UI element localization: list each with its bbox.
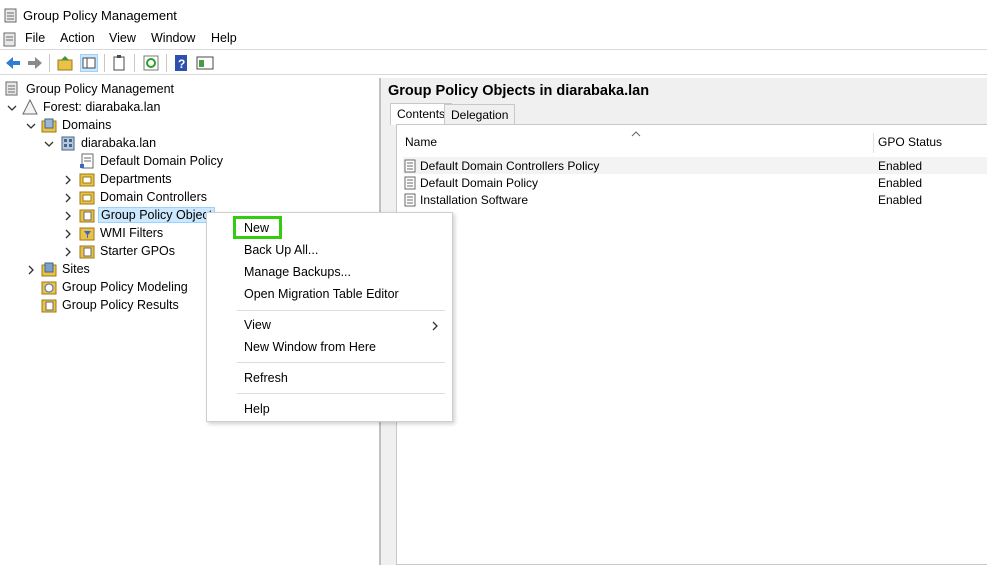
tree-label: Default Domain Policy [100, 154, 223, 168]
column-header-gpo-status[interactable]: GPO Status [878, 135, 942, 149]
gpo-container-icon [79, 209, 95, 223]
tree-node-group-policy-objects[interactable]: Group Policy Object [79, 206, 216, 224]
tree-label: Sites [62, 262, 90, 276]
tree-node-gp-results[interactable]: Group Policy Results [41, 296, 181, 314]
chevron-right-icon[interactable] [63, 193, 73, 203]
tab-contents[interactable]: Contents [390, 103, 453, 125]
gpo-link-icon [80, 153, 94, 169]
chevron-right-icon[interactable] [63, 229, 73, 239]
forest-icon [22, 99, 38, 115]
window-title: Group Policy Management [23, 8, 177, 23]
tree-label: WMI Filters [100, 226, 164, 240]
tree-node-wmi-filters[interactable]: WMI Filters [79, 224, 165, 242]
tree-label: Group Policy Object [98, 207, 216, 223]
system-menu-icon[interactable] [3, 31, 18, 50]
tree-node-domains[interactable]: Domains [41, 116, 113, 134]
tree-node-domain[interactable]: diarabaka.lan [60, 134, 158, 152]
tree-label: Forest: diarabaka.lan [43, 100, 161, 114]
title-bar: Group Policy Management [0, 0, 987, 30]
help-icon[interactable]: ? [172, 54, 190, 72]
menu-bar: File Action View Window Help [0, 29, 987, 49]
gpo-icon [404, 193, 416, 206]
table-row[interactable]: Default Domain Controllers Policy Enable… [403, 157, 987, 174]
chevron-down-icon[interactable] [44, 139, 54, 149]
tree-node-forest[interactable]: Forest: diarabaka.lan [22, 98, 162, 116]
results-pane-title: Group Policy Objects in diarabaka.lan [388, 83, 650, 99]
ou-folder-icon [79, 191, 95, 205]
menu-item-view[interactable]: View [244, 318, 271, 332]
new-item-highlight-box [233, 216, 282, 239]
menu-window[interactable]: Window [151, 31, 195, 45]
chevron-down-icon[interactable] [26, 121, 36, 131]
tree-node-gp-modeling[interactable]: Group Policy Modeling [41, 278, 190, 296]
back-arrow-icon[interactable] [4, 54, 22, 72]
menu-item-new-window-from-here[interactable]: New Window from Here [244, 340, 376, 354]
tree-node-domain-controllers[interactable]: Domain Controllers [79, 188, 209, 206]
menu-item-manage-backups[interactable]: Manage Backups... [244, 265, 351, 279]
tree-node-default-domain-policy[interactable]: Default Domain Policy [79, 152, 225, 170]
up-folder-icon[interactable] [56, 54, 74, 72]
tree-label: Starter GPOs [100, 244, 176, 258]
tree-label: Domains [62, 118, 112, 132]
gp-results-icon [41, 299, 57, 313]
wmi-filter-icon [79, 227, 95, 241]
gpo-icon [404, 176, 416, 189]
chevron-right-icon[interactable] [63, 211, 73, 221]
tree-node-departments[interactable]: Departments [79, 170, 174, 188]
tab-delegation[interactable]: Delegation [444, 104, 516, 124]
forward-arrow-icon[interactable] [26, 54, 44, 72]
tree-node-root[interactable]: Group Policy Management [5, 80, 176, 98]
app-icon [4, 7, 19, 26]
tree-label: Domain Controllers [100, 190, 207, 204]
tree-label: Group Policy Results [62, 298, 179, 312]
sort-ascending-icon [631, 131, 641, 137]
gpm-root-icon [5, 81, 18, 96]
tree-label: Group Policy Modeling [62, 280, 188, 294]
gp-modeling-icon [41, 281, 57, 295]
menu-item-refresh[interactable]: Refresh [244, 371, 288, 385]
submenu-arrow-icon [432, 321, 438, 331]
properties-clipboard-icon[interactable] [110, 54, 128, 72]
show-hide-tree-icon[interactable] [80, 54, 98, 72]
starter-gpo-icon [79, 245, 95, 259]
menu-file[interactable]: File [25, 31, 45, 45]
chevron-right-icon[interactable] [26, 265, 36, 275]
chevron-right-icon[interactable] [63, 175, 73, 185]
chevron-right-icon[interactable] [63, 247, 73, 257]
gpo-status: Enabled [878, 175, 923, 190]
domain-icon [61, 136, 75, 151]
gpo-name: Installation Software [420, 192, 529, 207]
tree-label: Group Policy Management [26, 82, 174, 96]
refresh-icon[interactable] [142, 54, 160, 72]
console-view-icon[interactable] [196, 54, 214, 72]
gpo-list: Name GPO Status Default Domain Controlle… [396, 124, 987, 565]
gpo-icon [404, 159, 416, 172]
tree-node-sites[interactable]: Sites [41, 260, 92, 278]
gpo-name: Default Domain Controllers Policy [420, 158, 600, 173]
svg-text:?: ? [178, 57, 185, 71]
column-header-name[interactable]: Name [405, 135, 437, 149]
tree-node-starter-gpos[interactable]: Starter GPOs [79, 242, 177, 260]
menu-item-backup-all[interactable]: Back Up All... [244, 243, 318, 257]
menu-item-open-migration-table-editor[interactable]: Open Migration Table Editor [244, 287, 399, 301]
chevron-down-icon[interactable] [7, 103, 17, 113]
gpo-name: Default Domain Policy [420, 175, 539, 190]
menu-item-help[interactable]: Help [244, 402, 270, 416]
gpo-status: Enabled [878, 158, 923, 173]
ou-folder-icon [79, 173, 95, 187]
context-menu: New Back Up All... Manage Backups... Ope… [206, 212, 453, 422]
gpo-status: Enabled [878, 192, 923, 207]
sites-icon [41, 262, 57, 277]
tree-label: diarabaka.lan [81, 136, 157, 150]
menu-view[interactable]: View [109, 31, 136, 45]
menu-help[interactable]: Help [211, 31, 237, 45]
table-row[interactable]: Installation Software Enabled [403, 191, 987, 208]
domains-icon [41, 118, 57, 133]
toolbar: ? [0, 49, 987, 75]
menu-action[interactable]: Action [60, 31, 95, 45]
table-row[interactable]: Default Domain Policy Enabled [403, 174, 987, 191]
tree-label: Departments [100, 172, 172, 186]
